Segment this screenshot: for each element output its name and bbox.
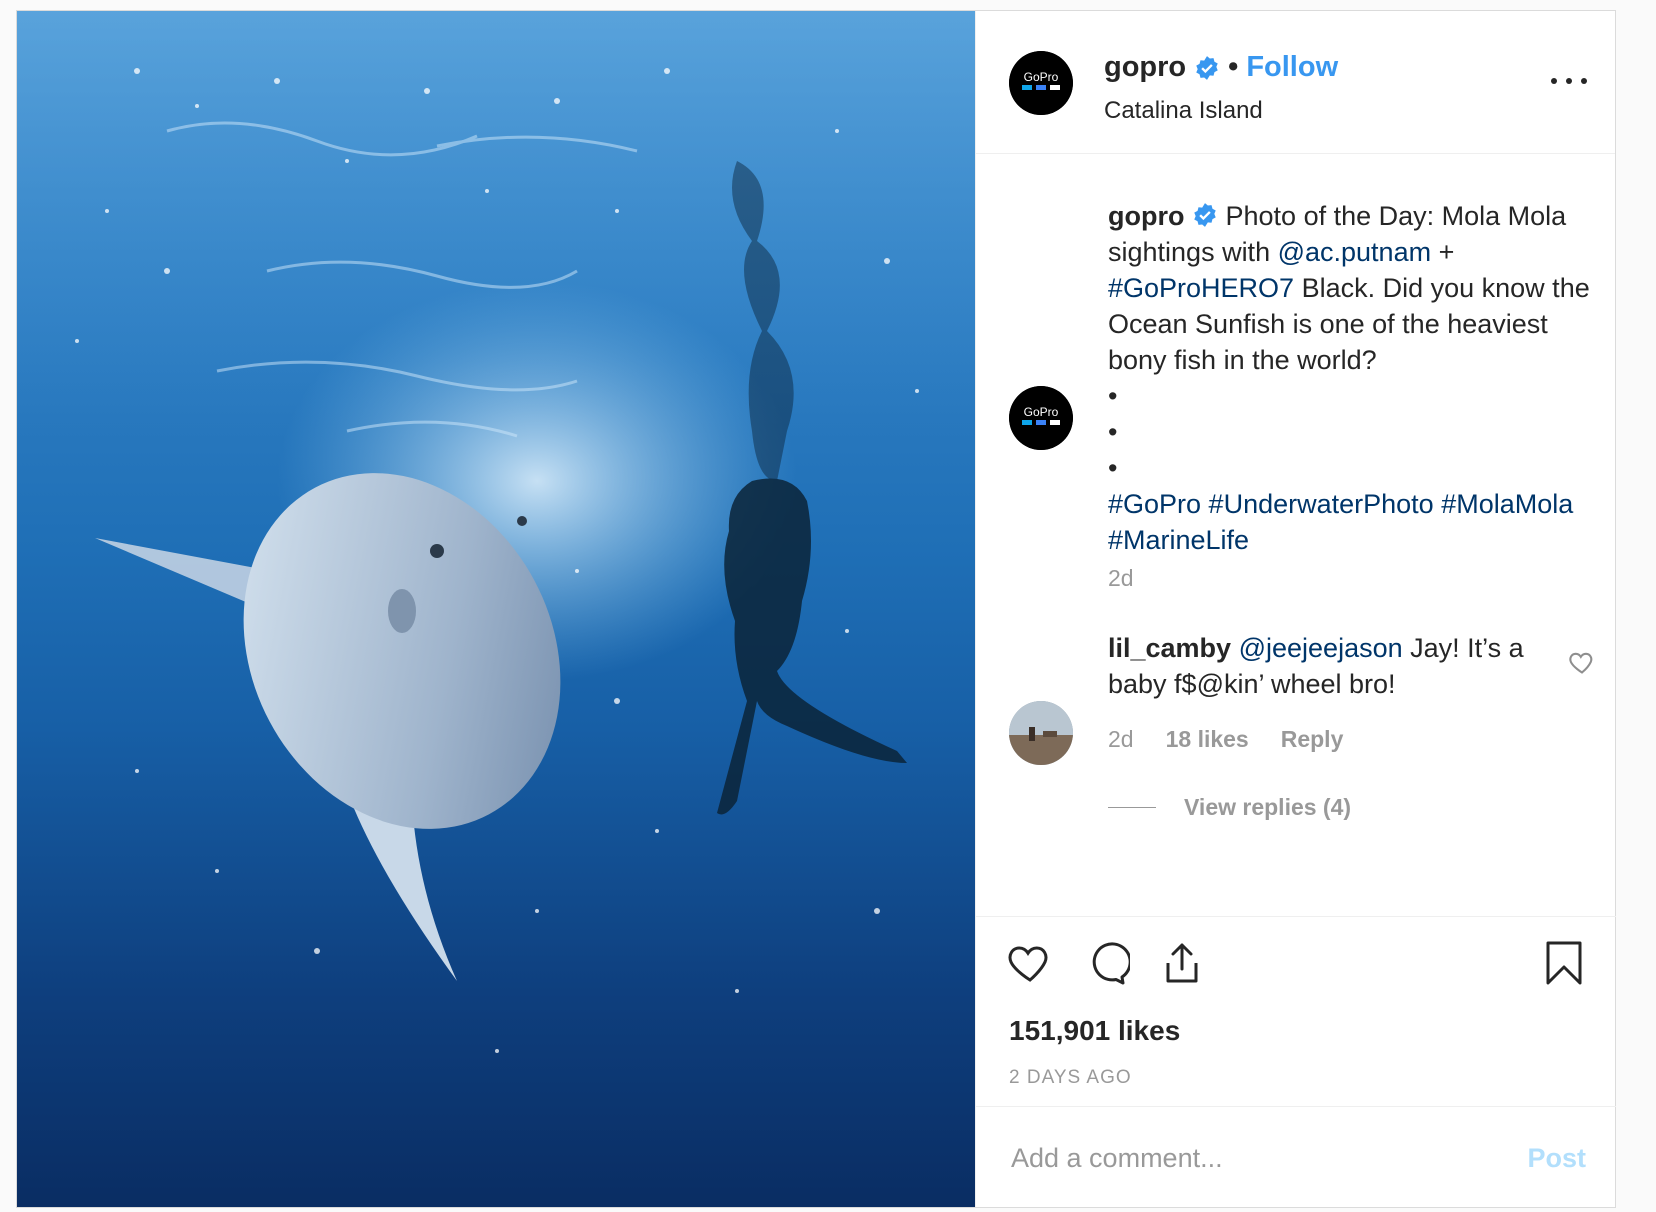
caption-text-2: + bbox=[1431, 237, 1455, 267]
header-username-row: gopro • Follow bbox=[1104, 51, 1338, 84]
svg-text:GoPro: GoPro bbox=[1024, 70, 1059, 84]
gopro-logo-icon: GoPro bbox=[1009, 386, 1073, 450]
caption-mention[interactable]: @ac.putnam bbox=[1278, 237, 1431, 267]
svg-text:GoPro: GoPro bbox=[1024, 405, 1059, 419]
post-actions: 151,901 likes 2 DAYS AGO bbox=[976, 916, 1616, 1107]
commenter-avatar[interactable] bbox=[1009, 701, 1073, 765]
replies-divider bbox=[1108, 807, 1156, 808]
caption-bullet: • bbox=[1108, 381, 1118, 411]
heart-icon[interactable] bbox=[1006, 939, 1054, 987]
bookmark-icon[interactable] bbox=[1540, 939, 1588, 987]
post-header: GoPro gopro • Follow Catalina Island bbox=[976, 11, 1615, 154]
comment-icon[interactable] bbox=[1082, 939, 1130, 987]
caption-bullet: • bbox=[1108, 453, 1118, 483]
view-replies-button[interactable]: View replies (4) bbox=[1108, 794, 1351, 821]
post-caption: gopro Photo of the Day: Mola Mola sighti… bbox=[1108, 198, 1596, 558]
header-separator: • bbox=[1228, 51, 1239, 83]
add-comment-input[interactable] bbox=[1009, 1137, 1493, 1179]
underwater-scene-image bbox=[17, 11, 975, 1053]
caption-hashtags[interactable]: #GoPro #UnderwaterPhoto #MolaMola #Marin… bbox=[1108, 489, 1573, 555]
view-replies-label: View replies (4) bbox=[1184, 794, 1352, 820]
add-comment-bar: Post bbox=[976, 1106, 1616, 1208]
more-options-icon[interactable] bbox=[1551, 65, 1587, 95]
post-location[interactable]: Catalina Island bbox=[1104, 97, 1263, 125]
share-icon[interactable] bbox=[1158, 939, 1206, 987]
comment-body: lil_camby @jeejeejason Jay! It’s a baby … bbox=[1108, 630, 1548, 702]
comment-likes[interactable]: 18 likes bbox=[1166, 726, 1249, 753]
caption-timestamp: 2d bbox=[1108, 565, 1134, 591]
post-side-panel: GoPro gopro • Follow Catalina Island GoP… bbox=[975, 11, 1616, 1208]
comment-timestamp: 2d bbox=[1108, 726, 1134, 752]
post-photo[interactable] bbox=[17, 11, 975, 1207]
comment-meta: 2d 18 likes Reply bbox=[1108, 726, 1343, 753]
post-comment-button[interactable]: Post bbox=[1527, 1143, 1586, 1174]
reply-button[interactable]: Reply bbox=[1281, 726, 1344, 753]
follow-button[interactable]: Follow bbox=[1246, 51, 1338, 84]
comments-section: GoPro gopro Photo of the Day: Mola Mola … bbox=[976, 154, 1616, 916]
comment-mention[interactable]: @jeejeejason bbox=[1239, 633, 1403, 663]
avatar-photo-icon bbox=[1009, 701, 1073, 765]
caption-username[interactable]: gopro bbox=[1108, 201, 1184, 231]
comment-like-heart-icon[interactable] bbox=[1568, 648, 1596, 676]
likes-count[interactable]: 151,901 likes bbox=[1009, 1015, 1180, 1047]
comment-username[interactable]: lil_camby bbox=[1108, 633, 1231, 663]
caption-bullet: • bbox=[1108, 417, 1118, 447]
verified-badge-icon bbox=[1196, 55, 1218, 80]
caption-avatar[interactable]: GoPro bbox=[1009, 386, 1073, 450]
post-container: GoPro gopro • Follow Catalina Island GoP… bbox=[16, 10, 1616, 1208]
post-timestamp[interactable]: 2 DAYS AGO bbox=[1009, 1067, 1132, 1089]
header-username[interactable]: gopro bbox=[1104, 51, 1186, 84]
verified-badge-icon bbox=[1194, 203, 1216, 227]
caption-hashtag-goprohero7[interactable]: #GoProHERO7 bbox=[1108, 273, 1294, 303]
gopro-logo-icon[interactable]: GoPro bbox=[1009, 51, 1073, 115]
